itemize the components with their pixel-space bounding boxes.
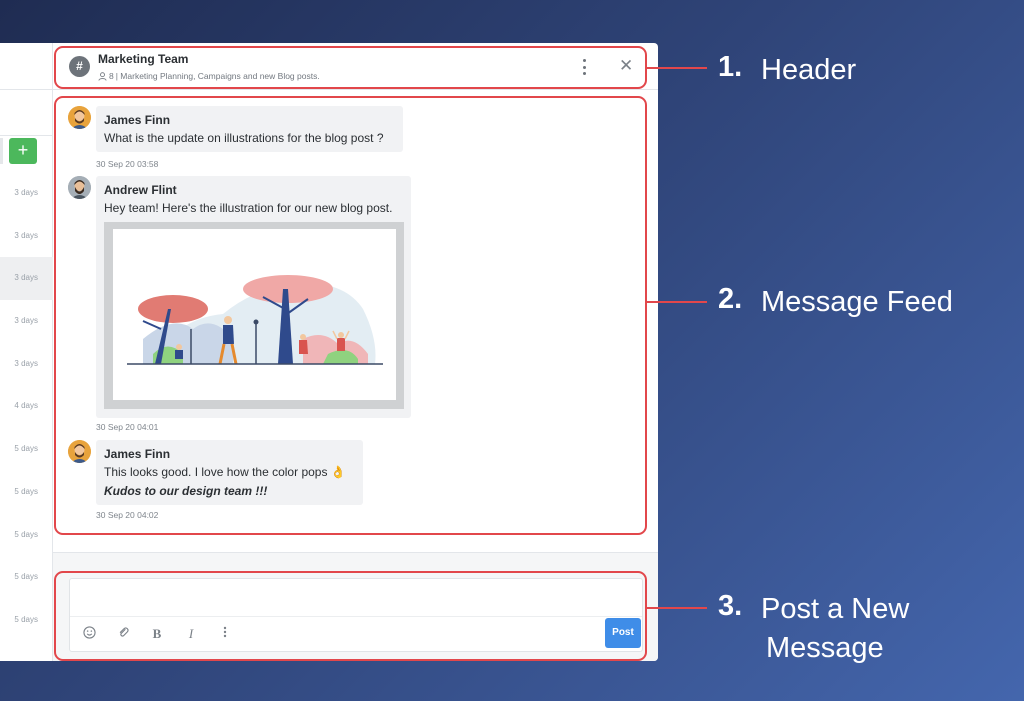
message-feed-callout-box xyxy=(54,96,647,535)
conversation-item[interactable]: 5 days xyxy=(0,599,53,642)
composer-connector xyxy=(647,607,707,609)
conversation-item[interactable]: 3 days xyxy=(0,215,53,258)
conversation-times: 3 days 3 days 3 days 3 days 3 days 4 day… xyxy=(0,172,53,642)
callout-label: Message Feed xyxy=(761,286,953,318)
composer-callout-box xyxy=(54,571,647,661)
conversation-item[interactable]: 5 days xyxy=(0,514,53,557)
conversation-item[interactable]: 5 days xyxy=(0,471,53,514)
callout-label: Post a New xyxy=(761,593,910,625)
conversation-item[interactable]: 3 days xyxy=(0,343,53,386)
feed-connector xyxy=(647,301,707,303)
conversation-item-active[interactable]: 3 days xyxy=(0,257,53,301)
callout-number: 2. xyxy=(718,283,743,315)
conversation-item[interactable]: 5 days xyxy=(0,428,53,471)
header-connector xyxy=(647,67,707,69)
conversation-item[interactable]: 4 days xyxy=(0,385,53,428)
conversation-item[interactable]: 3 days xyxy=(0,300,53,343)
callout-label: Message xyxy=(766,632,884,664)
callout-label: Header xyxy=(761,54,857,86)
callout-number: 1. xyxy=(718,51,743,83)
filter-button[interactable] xyxy=(0,138,3,164)
callout-number: 3. xyxy=(718,590,743,622)
header-callout-box xyxy=(54,46,647,89)
add-conversation-button[interactable]: + xyxy=(9,138,37,164)
conversation-list: + 3 days 3 days 3 days 3 days 3 days 4 d… xyxy=(0,43,53,661)
conversation-item[interactable]: 3 days xyxy=(0,172,53,215)
conversation-item[interactable]: 5 days xyxy=(0,556,53,599)
